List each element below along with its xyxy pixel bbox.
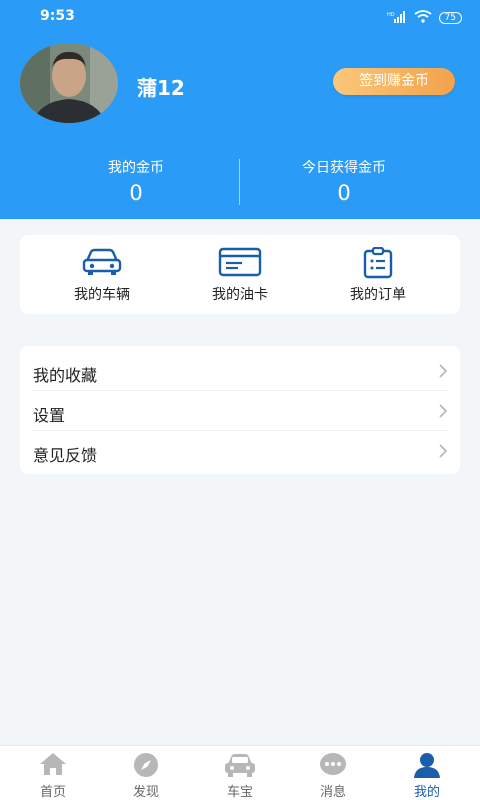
network-type-text: HD bbox=[387, 12, 395, 18]
signal-icon: HD bbox=[387, 8, 407, 27]
clipboard-icon bbox=[361, 246, 395, 283]
quick-my-orders[interactable]: 我的订单 bbox=[318, 235, 438, 314]
status-icons: HD 75 bbox=[387, 8, 462, 27]
tab-home[interactable]: 首页 bbox=[5, 746, 101, 800]
chevron-right-icon bbox=[438, 443, 448, 463]
quick-actions: 我的车辆 我的油卡 我的订单 bbox=[20, 235, 460, 314]
tab-discover[interactable]: 发现 bbox=[98, 746, 194, 800]
stat-my-coins[interactable]: 我的金币 0 bbox=[36, 157, 236, 206]
menu-item-label: 意见反馈 bbox=[33, 446, 98, 465]
settings-menu: 我的收藏 设置 意见反馈 bbox=[20, 346, 460, 474]
quick-label: 我的订单 bbox=[350, 287, 406, 303]
stat-label: 我的金币 bbox=[108, 160, 164, 176]
stats-divider bbox=[239, 159, 240, 205]
tab-label: 发现 bbox=[132, 785, 159, 800]
stat-value: 0 bbox=[337, 181, 351, 205]
chevron-right-icon bbox=[438, 403, 448, 423]
card-icon bbox=[218, 247, 262, 281]
stat-label: 今日获得金币 bbox=[302, 160, 386, 176]
tab-label: 车宝 bbox=[226, 785, 253, 800]
quick-label: 我的油卡 bbox=[212, 287, 268, 303]
menu-item-settings[interactable]: 设置 bbox=[20, 390, 460, 430]
menu-item-favorites[interactable]: 我的收藏 bbox=[20, 350, 460, 390]
quick-my-fuel-card[interactable]: 我的油卡 bbox=[180, 235, 300, 314]
menu-item-label: 我的收藏 bbox=[33, 366, 98, 385]
compass-icon bbox=[133, 752, 159, 782]
tab-label: 首页 bbox=[39, 785, 66, 800]
bottom-tab-bar: 首页 发现 车宝 消息 我的 bbox=[0, 745, 480, 800]
stat-value: 0 bbox=[129, 181, 143, 205]
status-bar: 9:53 HD 75 bbox=[0, 0, 480, 32]
avatar[interactable] bbox=[20, 43, 118, 123]
car-icon bbox=[81, 247, 123, 281]
stat-today-coins[interactable]: 今日获得金币 0 bbox=[244, 157, 444, 206]
battery-icon: 75 bbox=[438, 11, 462, 24]
menu-item-feedback[interactable]: 意见反馈 bbox=[20, 430, 460, 470]
stats-row: 我的金币 0 今日获得金币 0 bbox=[0, 157, 480, 207]
tab-messages[interactable]: 消息 bbox=[285, 746, 381, 800]
checkin-button[interactable]: 签到赚金币 bbox=[333, 68, 455, 95]
quick-my-vehicle[interactable]: 我的车辆 bbox=[42, 235, 162, 314]
message-icon bbox=[319, 752, 347, 782]
tab-mine[interactable]: 我的 bbox=[379, 746, 475, 800]
car-icon bbox=[223, 752, 257, 782]
username: 蒲12 bbox=[137, 76, 185, 100]
tab-label: 我的 bbox=[413, 785, 440, 800]
wifi-icon bbox=[414, 8, 432, 27]
tab-chebao[interactable]: 车宝 bbox=[192, 746, 288, 800]
user-icon bbox=[413, 752, 441, 782]
quick-label: 我的车辆 bbox=[74, 287, 130, 303]
chevron-right-icon bbox=[438, 363, 448, 383]
menu-item-label: 设置 bbox=[33, 406, 66, 425]
tab-label: 消息 bbox=[319, 785, 346, 800]
status-time: 9:53 bbox=[40, 8, 75, 24]
home-icon bbox=[39, 752, 67, 780]
profile-header: 9:53 HD 75 蒲12 签到赚金币 我的金币 0 今日获得金币 0 bbox=[0, 0, 480, 219]
